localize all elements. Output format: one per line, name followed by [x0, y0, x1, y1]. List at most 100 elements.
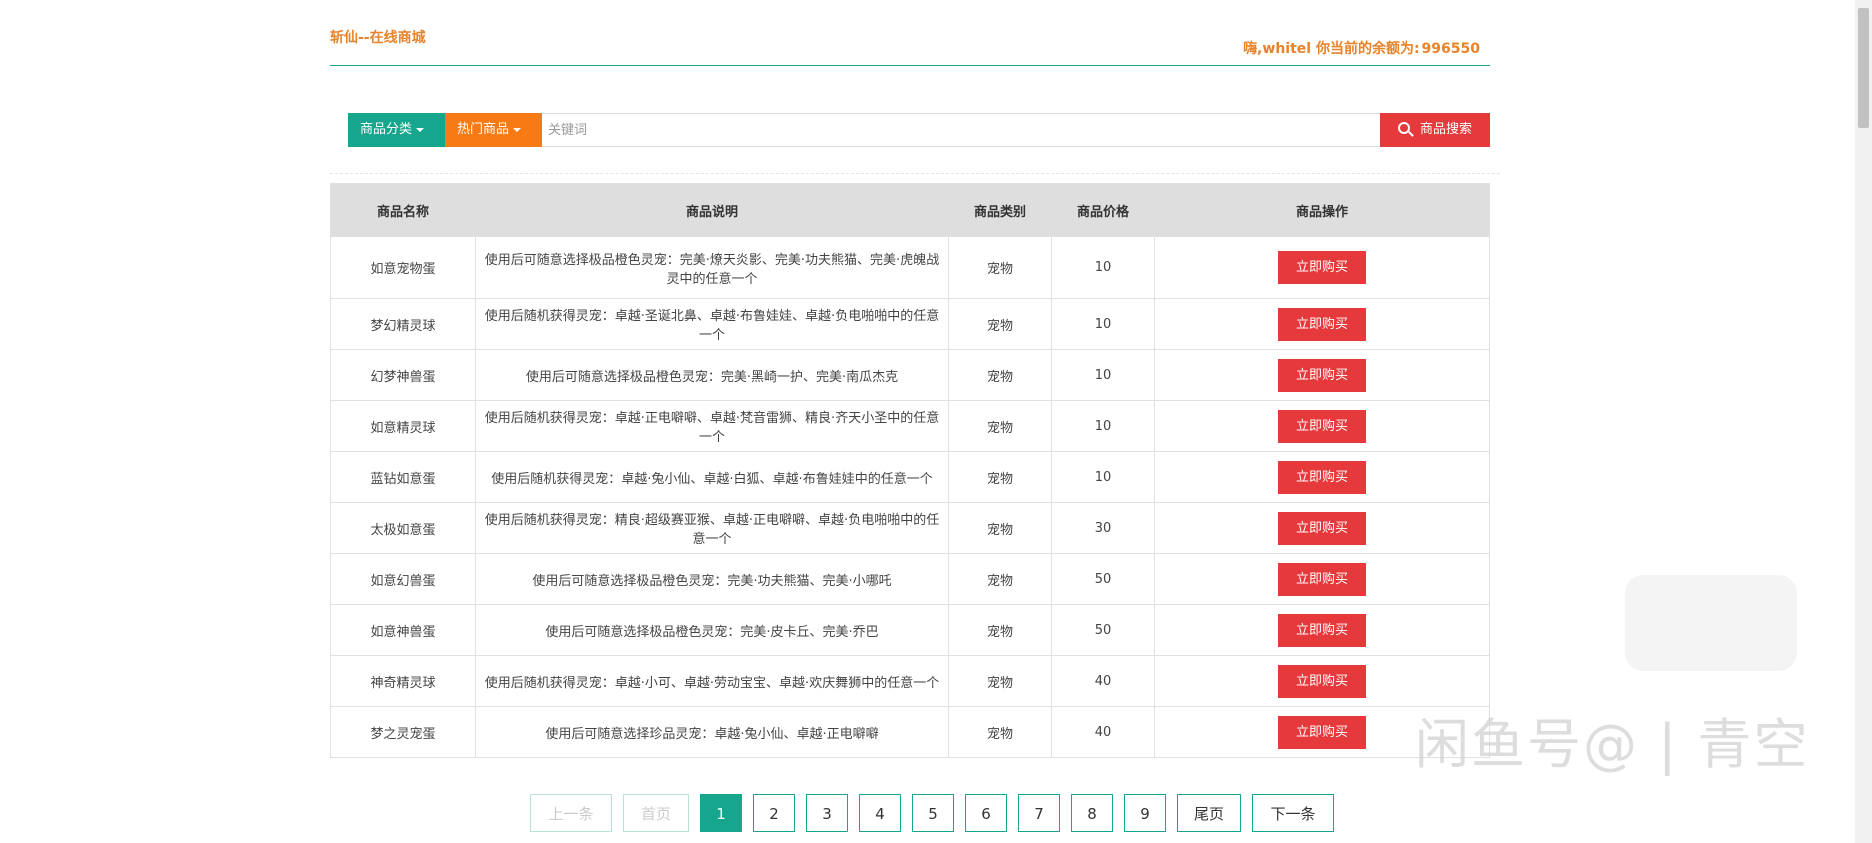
table-row: 梦之灵宠蛋 使用后可随意选择珍品灵宠：卓越·兔小仙、卓越·正电噼噼 宠物 40 …: [330, 706, 1490, 758]
caret-down-icon: [513, 127, 522, 132]
buy-now-button[interactable]: 立即购买: [1278, 511, 1366, 545]
table-header-row: 商品名称 商品说明 商品类别 商品价格 商品操作: [330, 183, 1490, 237]
search-icon: [1397, 122, 1410, 134]
buy-now-button[interactable]: 立即购买: [1278, 251, 1366, 284]
next-page-button[interactable]: 下一条: [1252, 794, 1334, 832]
column-header-desc: 商品说明: [475, 183, 949, 237]
category-dropdown[interactable]: 商品分类: [348, 113, 445, 147]
buy-now-button[interactable]: 立即购买: [1278, 664, 1366, 698]
table-row: 幻梦神兽蛋 使用后可随意选择极品橙色灵宠：完美·黑崎一护、完美·南瓜杰克 宠物 …: [330, 349, 1490, 401]
column-header-action: 商品操作: [1154, 183, 1490, 237]
goods-desc: 使用后可随意选择极品橙色灵宠：完美·燎天炎影、完美·功夫熊猫、完美·虎魄战灵中的…: [475, 236, 949, 299]
goods-name: 梦之灵宠蛋: [330, 706, 476, 758]
buy-now-button[interactable]: 立即购买: [1278, 613, 1366, 647]
goods-price: 10: [1051, 349, 1155, 401]
goods-name: 蓝钻如意蛋: [330, 451, 476, 503]
section-divider: [330, 173, 1500, 174]
buy-now-button[interactable]: 立即购买: [1278, 562, 1366, 596]
goods-desc: 使用后随机获得灵宠：卓越·小可、卓越·劳动宝宝、卓越·欢庆舞狮中的任意一个: [475, 655, 949, 707]
goods-price: 50: [1051, 604, 1155, 656]
goods-name: 神奇精灵球: [330, 655, 476, 707]
page-button-8[interactable]: 8: [1071, 794, 1113, 832]
first-page-button[interactable]: 首页: [623, 794, 689, 832]
goods-price: 40: [1051, 655, 1155, 707]
page-button-9[interactable]: 9: [1124, 794, 1166, 832]
column-header-type: 商品类别: [948, 183, 1052, 237]
goods-price: 10: [1051, 298, 1155, 350]
page-button-3[interactable]: 3: [806, 794, 848, 832]
page-button-1[interactable]: 1: [700, 794, 742, 832]
table-row: 梦幻精灵球 使用后随机获得灵宠：卓越·圣诞北鼻、卓越·布鲁娃娃、卓越·负电啪啪中…: [330, 298, 1490, 350]
goods-desc: 使用后可随意选择极品橙色灵宠：完美·皮卡丘、完美·乔巴: [475, 604, 949, 656]
goods-action-cell: 立即购买: [1154, 349, 1490, 401]
goods-type: 宠物: [948, 349, 1052, 401]
goods-type: 宠物: [948, 451, 1052, 503]
page-button-6[interactable]: 6: [965, 794, 1007, 832]
goods-action-cell: 立即购买: [1154, 553, 1490, 605]
page-button-7[interactable]: 7: [1018, 794, 1060, 832]
goods-type: 宠物: [948, 298, 1052, 350]
goods-type: 宠物: [948, 553, 1052, 605]
goods-desc: 使用后可随意选择极品橙色灵宠：完美·黑崎一护、完美·南瓜杰克: [475, 349, 949, 401]
goods-action-cell: 立即购买: [1154, 604, 1490, 656]
goods-price: 10: [1051, 400, 1155, 452]
goods-type: 宠物: [948, 706, 1052, 758]
goods-action-cell: 立即购买: [1154, 236, 1490, 299]
buy-now-button[interactable]: 立即购买: [1278, 358, 1366, 392]
goods-name: 如意幻兽蛋: [330, 553, 476, 605]
goods-table: 商品名称 商品说明 商品类别 商品价格 商品操作 如意宠物蛋 使用后可随意选择极…: [330, 183, 1490, 758]
table-row: 太极如意蛋 使用后随机获得灵宠：精良·超级赛亚猴、卓越·正电噼噼、卓越·负电啪啪…: [330, 502, 1490, 554]
goods-desc: 使用后随机获得灵宠：精良·超级赛亚猴、卓越·正电噼噼、卓越·负电啪啪中的任意一个: [475, 502, 949, 554]
goods-desc: 使用后随机获得灵宠：卓越·兔小仙、卓越·白狐、卓越·布鲁娃娃中的任意一个: [475, 451, 949, 503]
buy-now-button[interactable]: 立即购买: [1278, 460, 1366, 494]
caret-down-icon: [416, 127, 425, 132]
goods-price: 10: [1051, 236, 1155, 299]
goods-name: 太极如意蛋: [330, 502, 476, 554]
table-row: 蓝钻如意蛋 使用后随机获得灵宠：卓越·兔小仙、卓越·白狐、卓越·布鲁娃娃中的任意…: [330, 451, 1490, 503]
table-row: 如意幻兽蛋 使用后可随意选择极品橙色灵宠：完美·功夫熊猫、完美·小哪吒 宠物 5…: [330, 553, 1490, 605]
buy-now-button[interactable]: 立即购买: [1278, 409, 1366, 443]
buy-now-button[interactable]: 立即购买: [1278, 715, 1366, 749]
prev-page-button[interactable]: 上一条: [530, 794, 612, 832]
table-row: 如意宠物蛋 使用后可随意选择极品橙色灵宠：完美·燎天炎影、完美·功夫熊猫、完美·…: [330, 236, 1490, 299]
category-dropdown-label: 商品分类: [360, 122, 413, 137]
watermark-logo: [1625, 575, 1797, 671]
search-button[interactable]: 商品搜索: [1380, 113, 1490, 147]
goods-type: 宠物: [948, 502, 1052, 554]
goods-action-cell: 立即购买: [1154, 298, 1490, 350]
goods-price: 50: [1051, 553, 1155, 605]
goods-action-cell: 立即购买: [1154, 655, 1490, 707]
goods-type: 宠物: [948, 400, 1052, 452]
goods-action-cell: 立即购买: [1154, 400, 1490, 452]
search-button-label: 商品搜索: [1419, 122, 1472, 137]
page-button-4[interactable]: 4: [859, 794, 901, 832]
goods-name: 梦幻精灵球: [330, 298, 476, 350]
page-button-5[interactable]: 5: [912, 794, 954, 832]
goods-type: 宠物: [948, 604, 1052, 656]
balance-amount: 996550: [1421, 41, 1480, 57]
hot-goods-dropdown-label: 热门商品: [457, 122, 510, 137]
balance-text: 嗨,whitel 你当前的余额为: 996550: [1243, 38, 1480, 58]
goods-price: 30: [1051, 502, 1155, 554]
goods-desc: 使用后随机获得灵宠：卓越·圣诞北鼻、卓越·布鲁娃娃、卓越·负电啪啪中的任意一个: [475, 298, 949, 350]
goods-type: 宠物: [948, 655, 1052, 707]
hot-goods-dropdown[interactable]: 热门商品: [445, 113, 542, 147]
goods-desc: 使用后可随意选择珍品灵宠：卓越·兔小仙、卓越·正电噼噼: [475, 706, 949, 758]
last-page-button[interactable]: 尾页: [1177, 794, 1241, 832]
goods-type: 宠物: [948, 236, 1052, 299]
goods-price: 40: [1051, 706, 1155, 758]
goods-desc: 使用后可随意选择极品橙色灵宠：完美·功夫熊猫、完美·小哪吒: [475, 553, 949, 605]
table-row: 如意精灵球 使用后随机获得灵宠：卓越·正电噼噼、卓越·梵音雷狮、精良·齐天小圣中…: [330, 400, 1490, 452]
goods-name: 如意宠物蛋: [330, 236, 476, 299]
page-button-2[interactable]: 2: [753, 794, 795, 832]
scrollbar-thumb[interactable]: [1858, 8, 1869, 128]
site-brand[interactable]: 斩仙--在线商城: [330, 27, 426, 47]
buy-now-button[interactable]: 立即购买: [1278, 307, 1366, 341]
table-row: 神奇精灵球 使用后随机获得灵宠：卓越·小可、卓越·劳动宝宝、卓越·欢庆舞狮中的任…: [330, 655, 1490, 707]
table-row: 如意神兽蛋 使用后可随意选择极品橙色灵宠：完美·皮卡丘、完美·乔巴 宠物 50 …: [330, 604, 1490, 656]
vertical-scrollbar[interactable]: [1855, 0, 1872, 843]
search-input[interactable]: [542, 113, 1380, 147]
column-header-price: 商品价格: [1051, 183, 1155, 237]
watermark-text: 闲鱼号@ | 青空: [1415, 713, 1810, 776]
goods-price: 10: [1051, 451, 1155, 503]
